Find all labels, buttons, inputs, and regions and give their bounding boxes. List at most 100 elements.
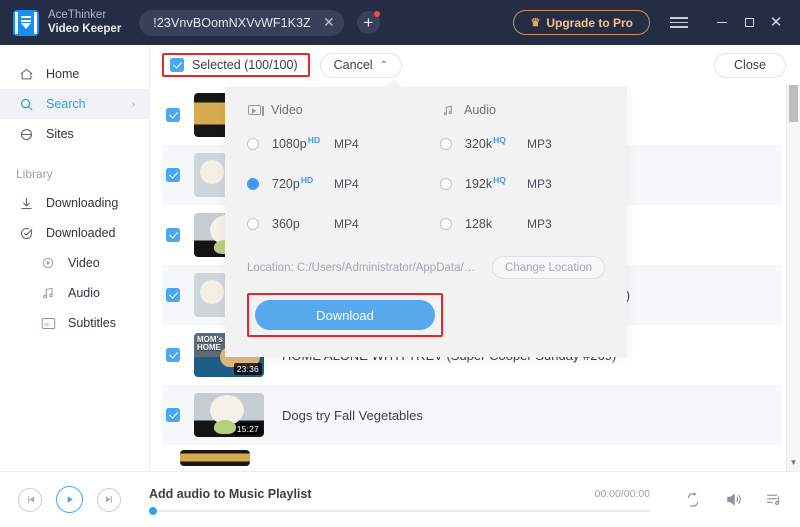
main-body: Home Search › Sites Library Downloading … <box>0 45 800 471</box>
radio-320k[interactable] <box>440 137 452 150</box>
radio-360p[interactable] <box>247 217 259 230</box>
sidebar-item-search[interactable]: Search › <box>0 89 149 119</box>
repeat-icon[interactable] <box>680 487 706 513</box>
progress-knob[interactable] <box>149 507 157 515</box>
change-location-button[interactable]: Change Location <box>492 256 605 279</box>
video-option-360p[interactable]: 360p MP4 <box>247 210 426 237</box>
row-checkbox[interactable] <box>166 228 180 242</box>
quality-label-360p: 360p <box>272 216 300 231</box>
audio-options-column: Audio 320kHQ MP3 192kHQ MP3 128k MP3 <box>426 103 605 250</box>
tab-strip: !23VnvBOomNXVvWF1K3Z ✕ + <box>139 9 380 36</box>
search-icon <box>16 97 36 112</box>
video-section-label: Video <box>271 103 303 117</box>
sidebar-item-subtitles[interactable]: cc Subtitles <box>0 308 149 338</box>
skip-previous-icon[interactable] <box>18 487 42 512</box>
sidebar-item-video[interactable]: Video <box>0 248 149 278</box>
sidebar-label-downloading: Downloading <box>46 196 119 210</box>
close-label: Close <box>734 58 766 72</box>
play-icon[interactable] <box>56 486 83 513</box>
player-bar: Add audio to Music Playlist 00:00/00:00 <box>0 471 800 527</box>
title-bar: AceThinker Video Keeper !23VnvBOomNXVvWF… <box>0 0 800 45</box>
download-options-panel: Video 1080pHD MP4 720pHD MP4 360p MP4 Au… <box>225 79 627 357</box>
list-toolbar: Selected (100/100) Cancel ⌃ Close <box>150 45 800 85</box>
download-location-path: Location: C:/Users/Administrator/AppData… <box>247 261 481 274</box>
now-playing-title: Add audio to Music Playlist <box>149 487 312 501</box>
closed-caption-icon: cc <box>38 317 58 330</box>
row-checkbox[interactable] <box>166 108 180 122</box>
download-button[interactable]: Download <box>255 300 435 330</box>
hamburger-menu-icon[interactable] <box>670 17 688 28</box>
video-thumbnail: 15:27 <box>194 393 264 437</box>
row-checkbox[interactable] <box>166 408 180 422</box>
close-icon[interactable]: ✕ <box>321 14 337 31</box>
audio-option-320k[interactable]: 320kHQ MP3 <box>440 130 605 157</box>
format-label-192k: MP3 <box>527 176 552 191</box>
chevron-up-icon: ⌃ <box>379 59 388 71</box>
maximize-icon[interactable] <box>737 11 761 35</box>
video-camera-icon <box>247 104 264 116</box>
volume-icon[interactable] <box>720 487 746 513</box>
application-window: AceThinker Video Keeper !23VnvBOomNXVvWF… <box>0 0 800 527</box>
selected-count-label: Selected (100/100) <box>192 58 298 72</box>
sidebar-item-downloaded[interactable]: Downloaded <box>0 218 149 248</box>
tab-label: !23VnvBOomNXVvWF1K3Z <box>153 15 311 30</box>
playlist-icon[interactable] <box>760 487 786 513</box>
content-area: Selected (100/100) Cancel ⌃ Close t Visi… <box>150 45 800 471</box>
format-label-720p: MP4 <box>334 176 359 191</box>
video-thumbnail <box>180 450 250 466</box>
quality-label-1080p: 1080pHD <box>272 135 321 152</box>
globe-icon <box>16 127 36 142</box>
progress-bar[interactable] <box>149 507 650 515</box>
quality-label-320k: 320kHQ <box>465 135 506 152</box>
video-option-720p[interactable]: 720pHD MP4 <box>247 170 426 197</box>
audio-option-128k[interactable]: 128k MP3 <box>440 210 605 237</box>
vertical-scrollbar[interactable]: ▲ ▼ <box>786 45 800 471</box>
minimize-icon[interactable] <box>710 11 734 35</box>
sidebar-item-sites[interactable]: Sites <box>0 119 149 149</box>
format-label-128k: MP3 <box>527 216 552 231</box>
music-note-icon <box>440 104 455 116</box>
radio-720p[interactable] <box>247 177 259 190</box>
table-row[interactable]: 15:27 Dogs try Fall Vegetables <box>162 385 782 445</box>
format-label-1080p: MP4 <box>334 136 359 151</box>
video-option-1080p[interactable]: 1080pHD MP4 <box>247 130 426 157</box>
radio-128k[interactable] <box>440 217 452 230</box>
scroll-down-arrow-icon[interactable]: ▼ <box>790 457 798 469</box>
player-track: Add audio to Music Playlist 00:00/00:00 <box>149 487 650 515</box>
music-note-icon <box>38 286 58 300</box>
radio-192k[interactable] <box>440 177 452 190</box>
radio-1080p[interactable] <box>247 137 259 150</box>
play-circle-icon <box>38 256 58 270</box>
plus-icon[interactable]: + <box>356 11 380 34</box>
close-window-icon[interactable]: ✕ <box>764 11 788 35</box>
sidebar-item-downloading[interactable]: Downloading <box>0 188 149 218</box>
row-checkbox[interactable] <box>166 288 180 302</box>
cancel-button[interactable]: Cancel ⌃ <box>319 52 402 78</box>
skip-next-icon[interactable] <box>97 487 121 512</box>
panel-pointer-arrow <box>385 79 403 88</box>
sidebar-label-sites: Sites <box>46 127 74 141</box>
check-circle-icon <box>16 226 36 241</box>
format-label-360p: MP4 <box>334 216 359 231</box>
titlebar-right-controls: ♛ Upgrade to Pro ✕ <box>513 10 800 35</box>
table-row-partial[interactable] <box>162 445 782 471</box>
sidebar-label-downloaded: Downloaded <box>46 226 116 240</box>
download-highlight-box: Download <box>247 293 443 337</box>
close-button[interactable]: Close <box>714 52 786 78</box>
sidebar: Home Search › Sites Library Downloading … <box>0 45 150 471</box>
audio-option-192k[interactable]: 192kHQ MP3 <box>440 170 605 197</box>
sidebar-label-audio: Audio <box>68 286 100 300</box>
video-duration: 15:27 <box>233 423 262 435</box>
crown-icon: ♛ <box>530 17 541 29</box>
tab-active[interactable]: !23VnvBOomNXVvWF1K3Z ✕ <box>139 9 344 36</box>
brand-line-2: Video Keeper <box>48 22 122 35</box>
sidebar-item-home[interactable]: Home <box>0 59 149 89</box>
video-options-column: Video 1080pHD MP4 720pHD MP4 360p MP4 <box>247 103 426 250</box>
sidebar-item-audio[interactable]: Audio <box>0 278 149 308</box>
upgrade-to-pro-button[interactable]: ♛ Upgrade to Pro <box>513 10 650 35</box>
row-checkbox[interactable] <box>166 168 180 182</box>
location-row: Location: C:/Users/Administrator/AppData… <box>247 256 605 279</box>
download-icon <box>16 196 36 211</box>
row-checkbox[interactable] <box>166 348 180 362</box>
select-all-checkbox[interactable] <box>170 58 184 72</box>
